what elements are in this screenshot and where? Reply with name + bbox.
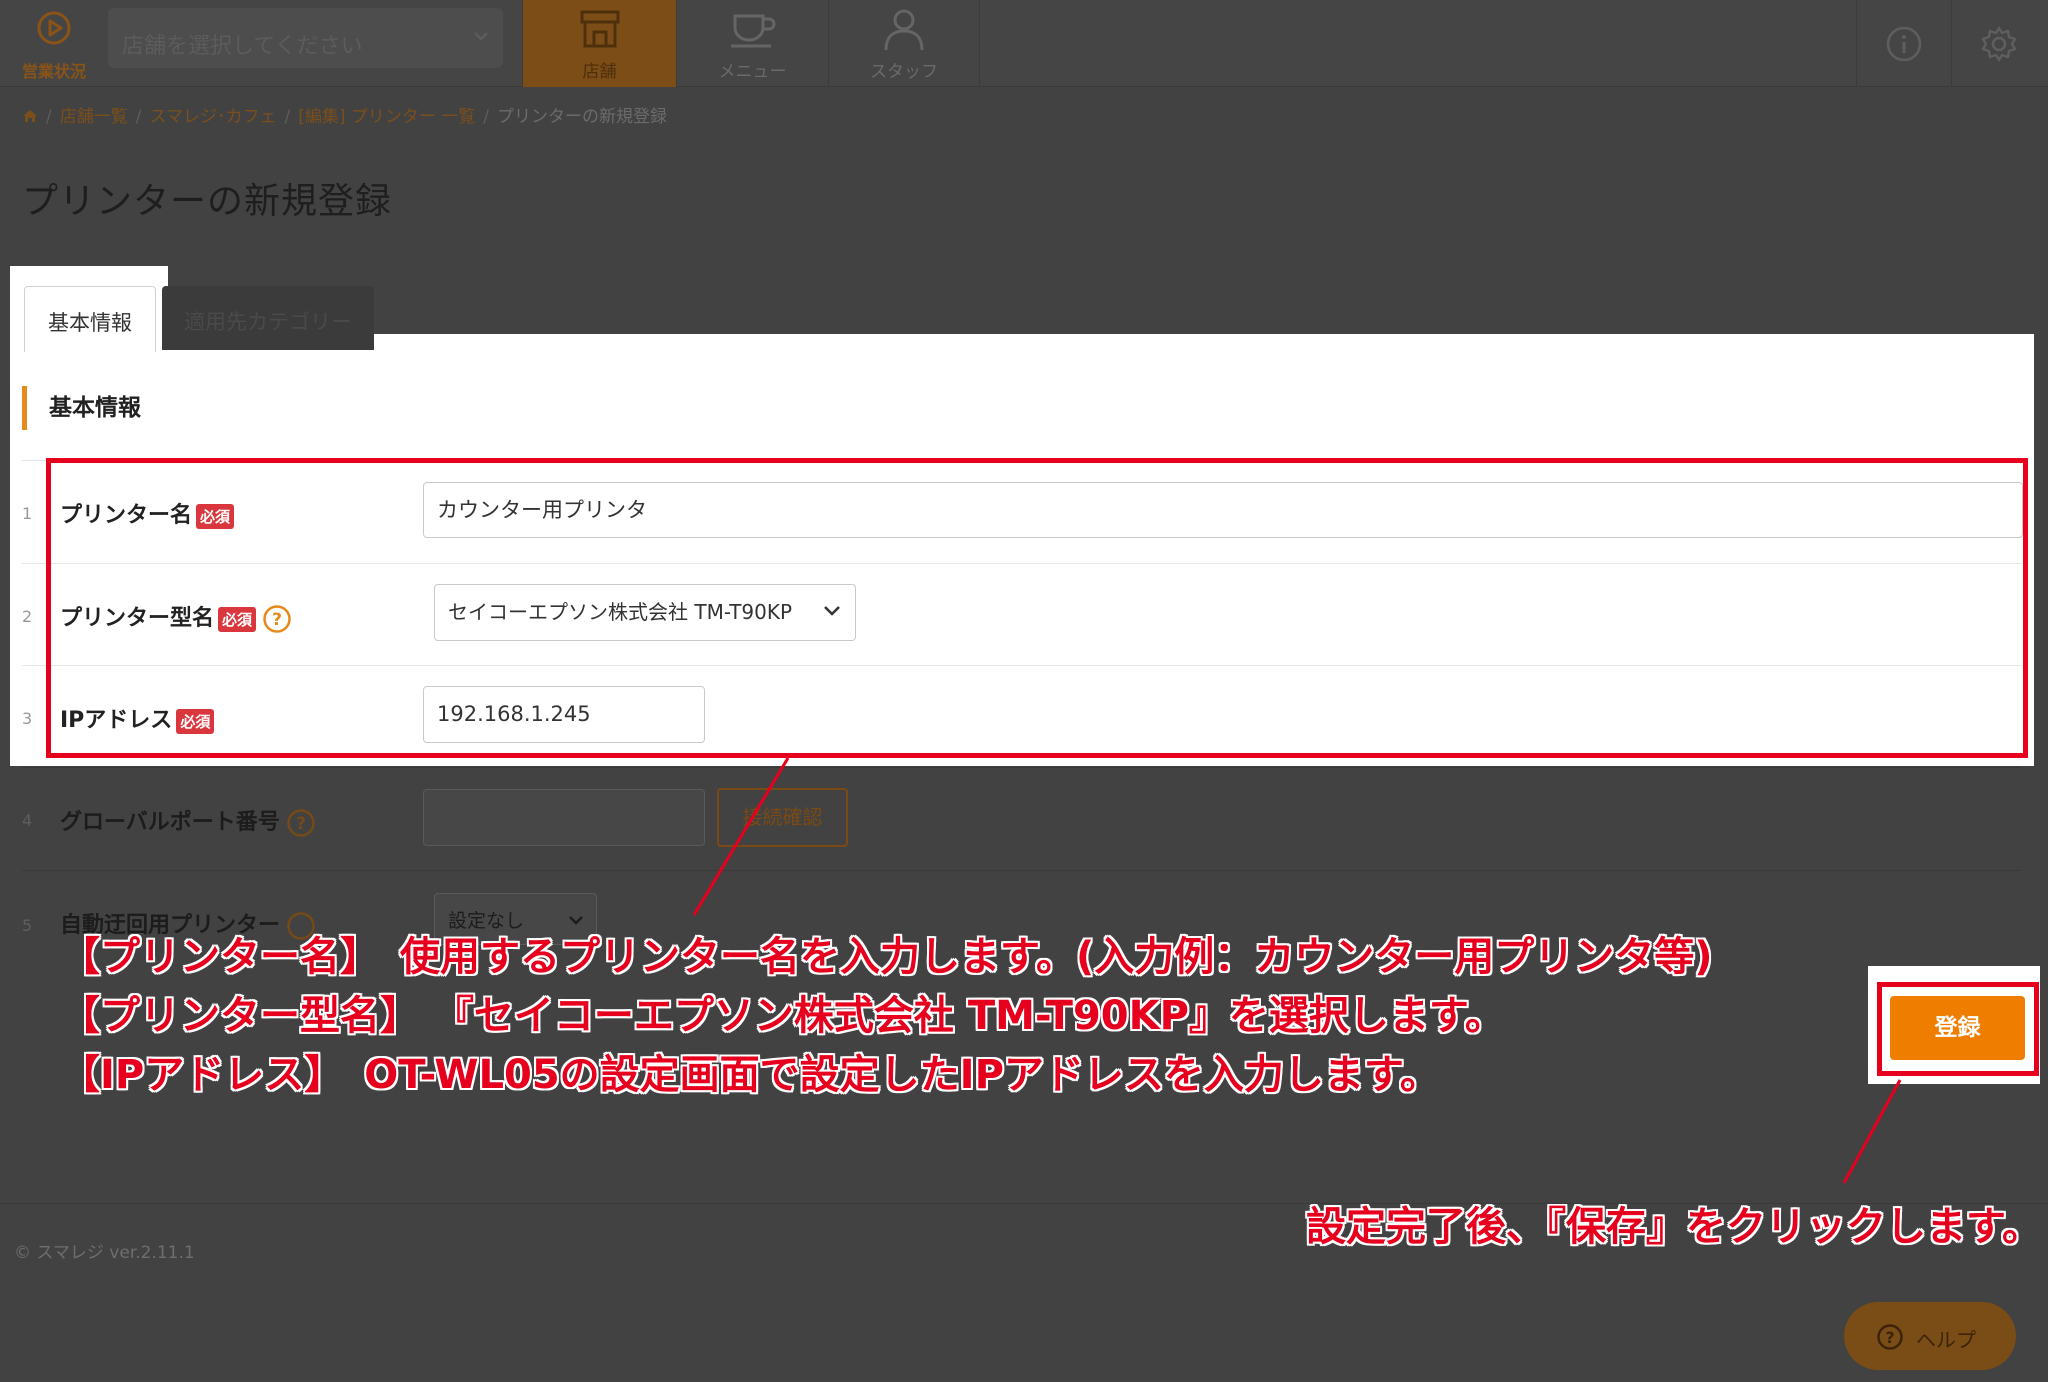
breadcrumb-current: プリンターの新規登録 (497, 107, 668, 127)
info-button[interactable] (1856, 0, 1951, 87)
tab-basic-info-label: 基本情報 (48, 311, 132, 335)
question-circle-icon: ? (1877, 1324, 1903, 1350)
gear-icon (1981, 26, 2017, 61)
footer-divider (0, 1203, 2048, 1204)
global-port-label-text: グローバルポート番号 (60, 810, 280, 835)
page-title: プリンターの新規登録 (22, 181, 393, 222)
row-number: 5 (22, 916, 33, 935)
register-highlight-frame (1877, 982, 2039, 1076)
form-row-global-port: 4 グローバルポート番号? (22, 768, 2022, 870)
question-circle-icon[interactable]: ? (286, 808, 316, 838)
settings-button[interactable] (1951, 0, 2046, 87)
nav-status-label: 営業状況 (21, 62, 86, 81)
top-nav: 営業状況 店舗を選択してください 店舗 メニュー スタッフ (0, 0, 2048, 87)
tab-basic-info[interactable]: 基本情報 (24, 286, 156, 352)
global-port-label: グローバルポート番号? (60, 804, 316, 838)
breadcrumb-printer-list[interactable]: [編集] プリンター 一覧 (298, 107, 475, 127)
row-number: 1 (22, 504, 33, 523)
tab-categories[interactable]: 適用先カテゴリー (162, 286, 374, 350)
row-number: 2 (22, 607, 33, 626)
section-title: 基本情報 (22, 386, 141, 430)
svg-text:?: ? (1885, 1328, 1894, 1347)
row-number: 3 (22, 709, 33, 728)
menu-icon (730, 14, 775, 48)
nav-tab-staff[interactable]: スタッフ (828, 0, 980, 87)
row-number: 4 (22, 811, 33, 830)
nav-tab-staff-label: スタッフ (870, 62, 938, 82)
play-circle-icon (37, 11, 71, 45)
nav-tab-menu[interactable]: メニュー (676, 0, 828, 87)
annotation-printer-model: 【プリンター型名】 『セイコーエプソン株式会社 TM-T90KP』を選択します。 (60, 993, 1505, 1039)
highlight-frame (46, 458, 2028, 758)
svg-text:?: ? (296, 814, 306, 834)
store-icon (580, 10, 619, 48)
breadcrumb: / 店舗一覧 / スマレジ･カフェ / [編集] プリンター 一覧 / プリンターの新規登録 (22, 102, 667, 127)
annotation-ip-address: 【IPアドレス】 OT-WL05の設定画面で設定したIPアドレスを入力します。 (60, 1052, 1440, 1098)
help-button[interactable]: ? ヘルプ (1844, 1302, 2016, 1370)
tab-categories-label: 適用先カテゴリー (184, 310, 352, 334)
nav-tab-store-label: 店舗 (582, 62, 617, 82)
nav-status-button[interactable]: 営業状況 (0, 0, 108, 87)
global-port-input[interactable] (423, 789, 705, 846)
connection-check-button[interactable]: 接続確認 (717, 788, 848, 847)
breadcrumb-store[interactable]: スマレジ･カフェ (149, 107, 276, 127)
chevron-down-icon (474, 32, 488, 41)
nav-tab-menu-label: メニュー (718, 62, 787, 82)
staff-icon (884, 9, 924, 51)
breadcrumb-store-list[interactable]: 店舗一覧 (60, 107, 128, 127)
store-select-placeholder: 店舗を選択してください (122, 34, 363, 59)
info-icon (1886, 26, 1922, 61)
store-select[interactable]: 店舗を選択してください (108, 8, 503, 68)
copyright: © スマレジ ver.2.11.1 (14, 1243, 195, 1263)
help-button-label: ヘルプ (1916, 1328, 1976, 1352)
home-icon[interactable] (22, 109, 38, 123)
annotation-printer-name: 【プリンター名】 使用するプリンター名を入力します。(入力例：カウンター用プリン… (60, 934, 1713, 980)
nav-tab-store[interactable]: 店舗 (522, 0, 676, 87)
